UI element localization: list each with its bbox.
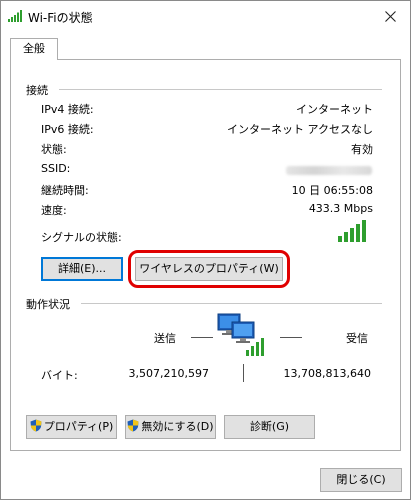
bytes-label: バイト: [41, 369, 78, 382]
title-bar[interactable]: Wi-Fiの状態 [1, 1, 410, 31]
received-label: 受信 [346, 332, 368, 345]
status-value: 有効 [351, 143, 373, 156]
bytes-divider [243, 364, 244, 382]
signal-quality-label: シグナルの状態: [41, 231, 122, 244]
duration-value: 10 日 06:55:08 [291, 184, 373, 197]
bytes-sent-value: 3,507,210,597 [128, 367, 209, 380]
connection-group-divider [59, 89, 382, 90]
sent-line [191, 337, 213, 338]
received-line [280, 337, 302, 338]
properties-button-label: プロパティ(P) [43, 420, 114, 433]
status-window: Wi-Fiの状態 全般 接続 IPv4 接続: インターネット IPv6 接続:… [0, 0, 411, 500]
close-window-button[interactable] [370, 1, 410, 31]
disable-button[interactable]: 無効にする(D) [125, 415, 216, 439]
signal-strength-icon [338, 220, 366, 242]
ipv6-value: インターネット アクセスなし [227, 123, 373, 136]
tab-general[interactable]: 全般 [10, 38, 58, 60]
ssid-label: SSID: [41, 162, 71, 175]
close-icon [384, 10, 396, 22]
speed-label: 速度: [41, 204, 67, 217]
properties-button[interactable]: プロパティ(P) [26, 415, 117, 439]
diagnose-button[interactable]: 診断(G) [224, 415, 315, 439]
duration-label: 継続時間: [41, 184, 89, 197]
ipv6-label: IPv6 接続: [41, 123, 94, 136]
ipv4-value: インターネット [296, 103, 373, 116]
connection-group-label: 接続 [26, 84, 48, 97]
disable-button-label: 無効にする(D) [141, 420, 214, 433]
activity-group-label: 動作状況 [26, 298, 70, 311]
bytes-received-value: 13,708,813,640 [283, 367, 371, 380]
activity-group-divider [81, 303, 382, 304]
close-button[interactable]: 閉じる(C) [320, 468, 402, 492]
highlight-annotation [128, 250, 290, 288]
network-computers-icon [217, 313, 264, 356]
window-title: Wi-Fiの状態 [28, 11, 93, 25]
uac-shield-icon [30, 419, 42, 432]
speed-value: 433.3 Mbps [308, 202, 373, 215]
wifi-signal-icon [8, 10, 22, 22]
uac-shield-icon [127, 419, 139, 432]
status-label: 状態: [41, 143, 67, 156]
sent-label: 送信 [154, 332, 176, 345]
details-button[interactable]: 詳細(E)... [41, 257, 123, 281]
ssid-value-redacted [286, 166, 372, 175]
ipv4-label: IPv4 接続: [41, 103, 94, 116]
